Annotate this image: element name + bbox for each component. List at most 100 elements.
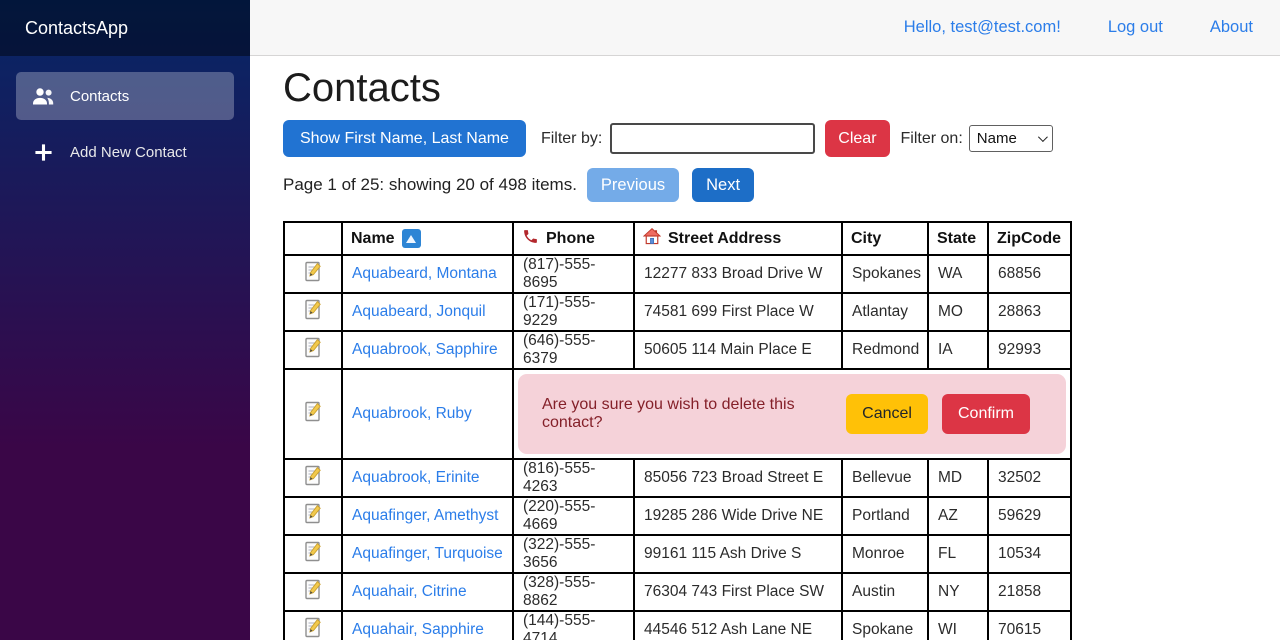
contacts-table: Name Phone — [283, 221, 1072, 640]
edit-contact-icon[interactable] — [305, 299, 322, 320]
contact-phone: (328)-555-8862 — [513, 573, 634, 611]
table-row: Aquahair, Sapphire(144)-555-471444546 51… — [284, 611, 1071, 640]
col-header-street: Street Address — [634, 222, 842, 255]
table-row: Aquabrook, Erinite (816)-555-426385056 72… — [284, 459, 1071, 497]
contact-zip: 70615 — [988, 611, 1071, 640]
sidebar-item-contacts[interactable]: Contacts — [16, 72, 234, 120]
contact-zip: 92993 — [988, 331, 1071, 369]
phone-icon — [522, 228, 539, 250]
sidebar: ContactsApp Contacts Add New Contact — [0, 0, 250, 640]
app-brand[interactable]: ContactsApp — [0, 0, 250, 56]
contact-name-link[interactable]: Aquafinger, Turquoise — [352, 545, 503, 562]
col-header-name: Name — [342, 222, 513, 255]
sidebar-item-add-new-contact[interactable]: Add New Contact — [16, 128, 234, 176]
contact-name-link[interactable]: Aquabrook, Sapphire — [352, 341, 498, 358]
contact-zip: 28863 — [988, 293, 1071, 331]
edit-contact-icon[interactable] — [305, 503, 322, 524]
contact-city: Redmond — [842, 331, 928, 369]
greeting-link[interactable]: Hello, test@test.com! — [904, 18, 1061, 37]
clear-button[interactable]: Clear — [825, 120, 889, 157]
contact-state: WI — [928, 611, 988, 640]
contact-state: FL — [928, 535, 988, 573]
cancel-button[interactable]: Cancel — [846, 394, 928, 434]
table-row: Aquabeard, Jonquil(171)-555-922974581 69… — [284, 293, 1071, 331]
sidebar-item-label: Contacts — [70, 88, 129, 105]
logout-button[interactable]: Log out — [1108, 18, 1163, 37]
about-link[interactable]: About — [1210, 18, 1253, 37]
contact-zip: 21858 — [988, 573, 1071, 611]
delete-confirm-message: Are you sure you wish to delete this con… — [542, 396, 846, 432]
contact-name-link[interactable]: Aquabeard, Montana — [352, 265, 497, 282]
filter-on-select[interactable]: Name — [969, 125, 1053, 152]
table-row: Aquabrook, Sapphire(646)-555-637950605 1… — [284, 331, 1071, 369]
contact-state: MO — [928, 293, 988, 331]
contact-city: Spokanes — [842, 255, 928, 293]
chevron-down-icon — [1038, 132, 1048, 142]
contact-name-link[interactable]: Aquabrook, Ruby — [352, 405, 472, 422]
table-row: Aquabrook, Ruby Are you sure you wish to … — [284, 369, 1071, 459]
contact-name-link[interactable]: Aquafinger, Amethyst — [352, 507, 498, 524]
house-icon — [643, 227, 661, 250]
contact-state: AZ — [928, 497, 988, 535]
table-row: Aquafinger, Turquoise (322)-555-365699161… — [284, 535, 1071, 573]
edit-contact-icon[interactable] — [305, 617, 322, 638]
table-row: Aquabeard, Montana(817)-555-869512277 83… — [284, 255, 1071, 293]
contact-phone: (220)-555-4669 — [513, 497, 634, 535]
col-header-phone-label: Phone — [546, 230, 595, 248]
contact-city: Monroe — [842, 535, 928, 573]
contact-state: WA — [928, 255, 988, 293]
contact-city: Atlantay — [842, 293, 928, 331]
col-header-edit — [284, 222, 342, 255]
contact-phone: (322)-555-3656 — [513, 535, 634, 573]
contact-name-link[interactable]: Aquabrook, Erinite — [352, 469, 480, 486]
contact-name-link[interactable]: Aquahair, Sapphire — [352, 621, 484, 638]
table-row: Aquafinger, Amethyst (220)-555-466919285 … — [284, 497, 1071, 535]
contact-street: 85056 723 Broad Street E — [634, 459, 842, 497]
contact-street: 19285 286 Wide Drive NE — [634, 497, 842, 535]
table-row: Aquahair, Citrine (328)-555-886276304 743… — [284, 573, 1071, 611]
contact-street: 50605 114 Main Place E — [634, 331, 842, 369]
col-header-phone: Phone — [513, 222, 634, 255]
contact-zip: 68856 — [988, 255, 1071, 293]
edit-contact-icon[interactable] — [305, 465, 322, 486]
people-icon — [31, 87, 55, 105]
contact-street: 74581 699 First Place W — [634, 293, 842, 331]
table-header-row: Name Phone — [284, 222, 1071, 255]
main-content: Contacts Show First Name, Last Name Filt… — [250, 56, 1280, 640]
filter-on-label: Filter on: — [901, 130, 963, 148]
sidebar-item-label: Add New Contact — [70, 144, 187, 161]
col-header-street-label: Street Address — [668, 230, 781, 248]
contact-state: IA — [928, 331, 988, 369]
contact-state: MD — [928, 459, 988, 497]
contact-zip: 10534 — [988, 535, 1071, 573]
contact-zip: 32502 — [988, 459, 1071, 497]
sort-ascending-icon[interactable] — [402, 229, 421, 248]
edit-contact-icon[interactable] — [305, 579, 322, 600]
contact-street: 76304 743 First Place SW — [634, 573, 842, 611]
previous-button[interactable]: Previous — [587, 168, 679, 202]
next-button[interactable]: Next — [692, 168, 754, 202]
pagination-row: Page 1 of 25: showing 20 of 498 items. P… — [283, 168, 1280, 202]
contact-name-link[interactable]: Aquabeard, Jonquil — [352, 303, 486, 320]
filter-on-selected-value: Name — [977, 130, 1017, 147]
col-header-city: City — [842, 222, 928, 255]
delete-confirm-alert: Are you sure you wish to delete this con… — [518, 374, 1066, 454]
contact-city: Spokane — [842, 611, 928, 640]
show-names-button[interactable]: Show First Name, Last Name — [283, 120, 526, 157]
app-brand-title: ContactsApp — [25, 18, 128, 39]
col-header-zip: ZipCode — [988, 222, 1071, 255]
filter-input[interactable] — [610, 123, 815, 154]
edit-contact-icon[interactable] — [305, 337, 322, 358]
contact-street: 99161 115 Ash Drive S — [634, 535, 842, 573]
page-title: Contacts — [283, 66, 1280, 110]
edit-contact-icon[interactable] — [305, 401, 322, 422]
edit-contact-icon[interactable] — [305, 261, 322, 282]
edit-contact-icon[interactable] — [305, 541, 322, 562]
contact-phone: (816)-555-4263 — [513, 459, 634, 497]
contact-phone: (817)-555-8695 — [513, 255, 634, 293]
contact-name-link[interactable]: Aquahair, Citrine — [352, 583, 467, 600]
top-bar: Hello, test@test.com! Log out About — [250, 0, 1280, 56]
contacts-table-body: Aquabeard, Montana(817)-555-869512277 83… — [284, 255, 1071, 640]
contact-zip: 59629 — [988, 497, 1071, 535]
confirm-button[interactable]: Confirm — [942, 394, 1030, 434]
